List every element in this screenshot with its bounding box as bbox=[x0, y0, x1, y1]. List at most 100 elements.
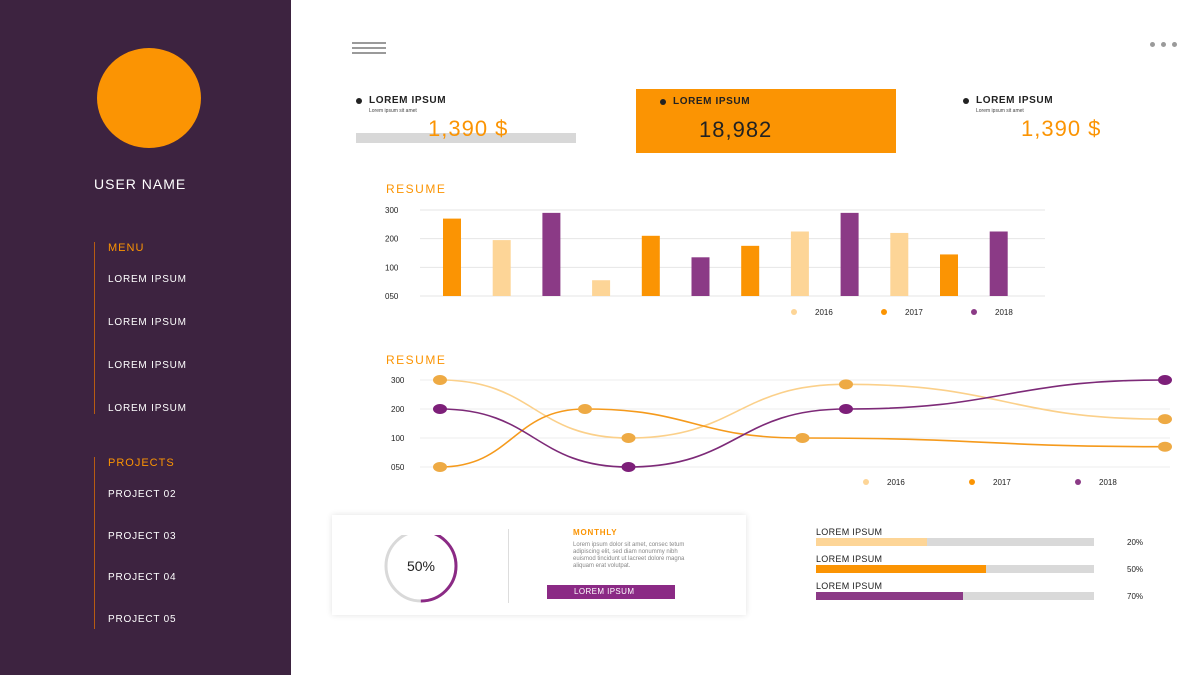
bar bbox=[641, 235, 660, 296]
data-point bbox=[621, 433, 636, 443]
bar bbox=[492, 240, 511, 296]
divider bbox=[508, 529, 509, 603]
y-tick-label: 300 bbox=[385, 206, 399, 215]
data-point bbox=[795, 433, 810, 443]
bullet-icon bbox=[356, 98, 362, 104]
more-dots-icon[interactable] bbox=[1150, 42, 1190, 52]
donut-chart: 50% bbox=[384, 535, 458, 603]
menu-item[interactable]: LOREM IPSUM bbox=[108, 274, 187, 285]
progress-label: LOREM IPSUM bbox=[816, 527, 883, 537]
stat-value: 1,390 $ bbox=[1021, 116, 1102, 141]
menu-item[interactable]: LOREM IPSUM bbox=[108, 360, 187, 371]
stat-card: LOREM IPSUM Lorem ipsum sit amet 1,390 $ bbox=[963, 90, 1163, 154]
progress-row: LOREM IPSUM 20% bbox=[816, 527, 1166, 547]
project-item[interactable]: PROJECT 04 bbox=[108, 572, 176, 583]
user-name: USER NAME bbox=[94, 176, 187, 192]
legend-label: 2018 bbox=[1099, 478, 1117, 487]
legend-label: 2017 bbox=[905, 308, 923, 317]
menu-section: MENU LOREM IPSUM LOREM IPSUM LOREM IPSUM… bbox=[94, 242, 186, 414]
data-point bbox=[839, 379, 853, 390]
y-tick-label: 100 bbox=[391, 434, 405, 443]
bar bbox=[741, 245, 760, 296]
bar bbox=[592, 280, 611, 296]
legend-label: 2018 bbox=[995, 308, 1013, 317]
projects-title: PROJECTS bbox=[108, 457, 175, 469]
y-tick-label: 200 bbox=[385, 235, 399, 244]
y-tick-label: 050 bbox=[391, 463, 405, 472]
line-chart-title: RESUME bbox=[386, 353, 447, 367]
progress-fill bbox=[816, 565, 986, 573]
bar bbox=[542, 212, 561, 296]
bar bbox=[790, 231, 809, 296]
bar bbox=[940, 254, 958, 296]
progress-label: LOREM IPSUM bbox=[816, 581, 883, 591]
stat-card: LOREM IPSUM Lorem ipsum sit amet 1,390 $ bbox=[356, 90, 576, 154]
legend-dot bbox=[881, 309, 887, 315]
menu-title: MENU bbox=[108, 242, 145, 254]
bar-chart: 300 200 100 050 2016 2017 2018 bbox=[385, 206, 1045, 317]
data-point bbox=[433, 375, 447, 385]
bar bbox=[989, 231, 1008, 296]
legend-dot bbox=[791, 309, 797, 315]
legend-label: 2016 bbox=[815, 308, 833, 317]
series-line bbox=[439, 379, 1166, 468]
menu-item[interactable]: LOREM IPSUM bbox=[108, 317, 187, 328]
bar-chart-title: RESUME bbox=[386, 182, 447, 196]
data-point bbox=[839, 404, 853, 414]
monthly-card: 50% MONTHLY Lorem ipsum dolor sit amet, … bbox=[332, 515, 746, 615]
stat-label: LOREM IPSUM bbox=[976, 95, 1054, 106]
progress-percent: 70% bbox=[1127, 592, 1144, 601]
y-tick-label: 050 bbox=[385, 292, 399, 301]
progress-track bbox=[816, 592, 1094, 600]
legend-dot bbox=[971, 309, 977, 315]
y-tick-label: 100 bbox=[385, 263, 399, 272]
bar bbox=[691, 257, 710, 296]
legend-dot bbox=[863, 479, 869, 485]
y-tick-label: 300 bbox=[391, 376, 405, 385]
legend-dot bbox=[1075, 479, 1081, 485]
bar bbox=[840, 212, 859, 296]
project-item[interactable]: PROJECT 05 bbox=[108, 614, 176, 625]
bar bbox=[890, 232, 909, 296]
monthly-text: Lorem ipsum dolor sit amet, consec tetum… bbox=[573, 542, 685, 569]
progress-label: LOREM IPSUM bbox=[816, 554, 883, 564]
line-chart: 300 200 100 050 2016 2017 2018 bbox=[391, 375, 1172, 487]
data-point bbox=[1158, 441, 1172, 452]
data-point bbox=[1158, 375, 1172, 385]
bullet-icon bbox=[963, 98, 969, 104]
data-point bbox=[578, 404, 592, 414]
monthly-title: MONTHLY bbox=[573, 528, 618, 537]
menu-item[interactable]: LOREM IPSUM bbox=[108, 403, 187, 414]
project-item[interactable]: PROJECT 03 bbox=[108, 531, 176, 542]
monthly-button[interactable]: LOREM IPSUM bbox=[547, 585, 675, 599]
y-tick-label: 200 bbox=[391, 405, 405, 414]
hamburger-icon[interactable] bbox=[352, 42, 386, 56]
progress-row: LOREM IPSUM 70% bbox=[816, 581, 1166, 601]
donut-label: 50% bbox=[407, 558, 435, 574]
bar bbox=[443, 218, 461, 296]
stat-card-highlight: LOREM IPSUM 18,982 bbox=[636, 89, 896, 153]
progress-percent: 50% bbox=[1127, 565, 1144, 574]
data-point bbox=[433, 404, 447, 414]
stat-label: LOREM IPSUM bbox=[369, 95, 447, 106]
progress-fill bbox=[816, 538, 928, 546]
project-item[interactable]: PROJECT 02 bbox=[108, 489, 176, 500]
stat-sublabel: Lorem ipsum sit amet bbox=[369, 108, 417, 114]
legend-dot bbox=[969, 479, 975, 485]
legend-label: 2017 bbox=[993, 478, 1011, 487]
progress-track bbox=[816, 565, 1094, 573]
sidebar: USER NAME MENU LOREM IPSUM LOREM IPSUM L… bbox=[0, 0, 291, 675]
progress-fill bbox=[816, 592, 964, 600]
legend-label: 2016 bbox=[887, 478, 905, 487]
stat-label: LOREM IPSUM bbox=[673, 96, 751, 107]
stat-value: 18,982 bbox=[699, 117, 773, 142]
progress-row: LOREM IPSUM 50% bbox=[816, 554, 1166, 574]
projects-section: PROJECTS PROJECT 02 PROJECT 03 PROJECT 0… bbox=[94, 457, 176, 629]
data-point bbox=[1158, 414, 1172, 425]
avatar[interactable] bbox=[97, 48, 201, 148]
progress-percent: 20% bbox=[1127, 538, 1144, 547]
data-point bbox=[433, 462, 447, 472]
data-point bbox=[621, 462, 636, 472]
progress-track bbox=[816, 538, 1094, 546]
stat-value: 1,390 $ bbox=[428, 116, 509, 141]
